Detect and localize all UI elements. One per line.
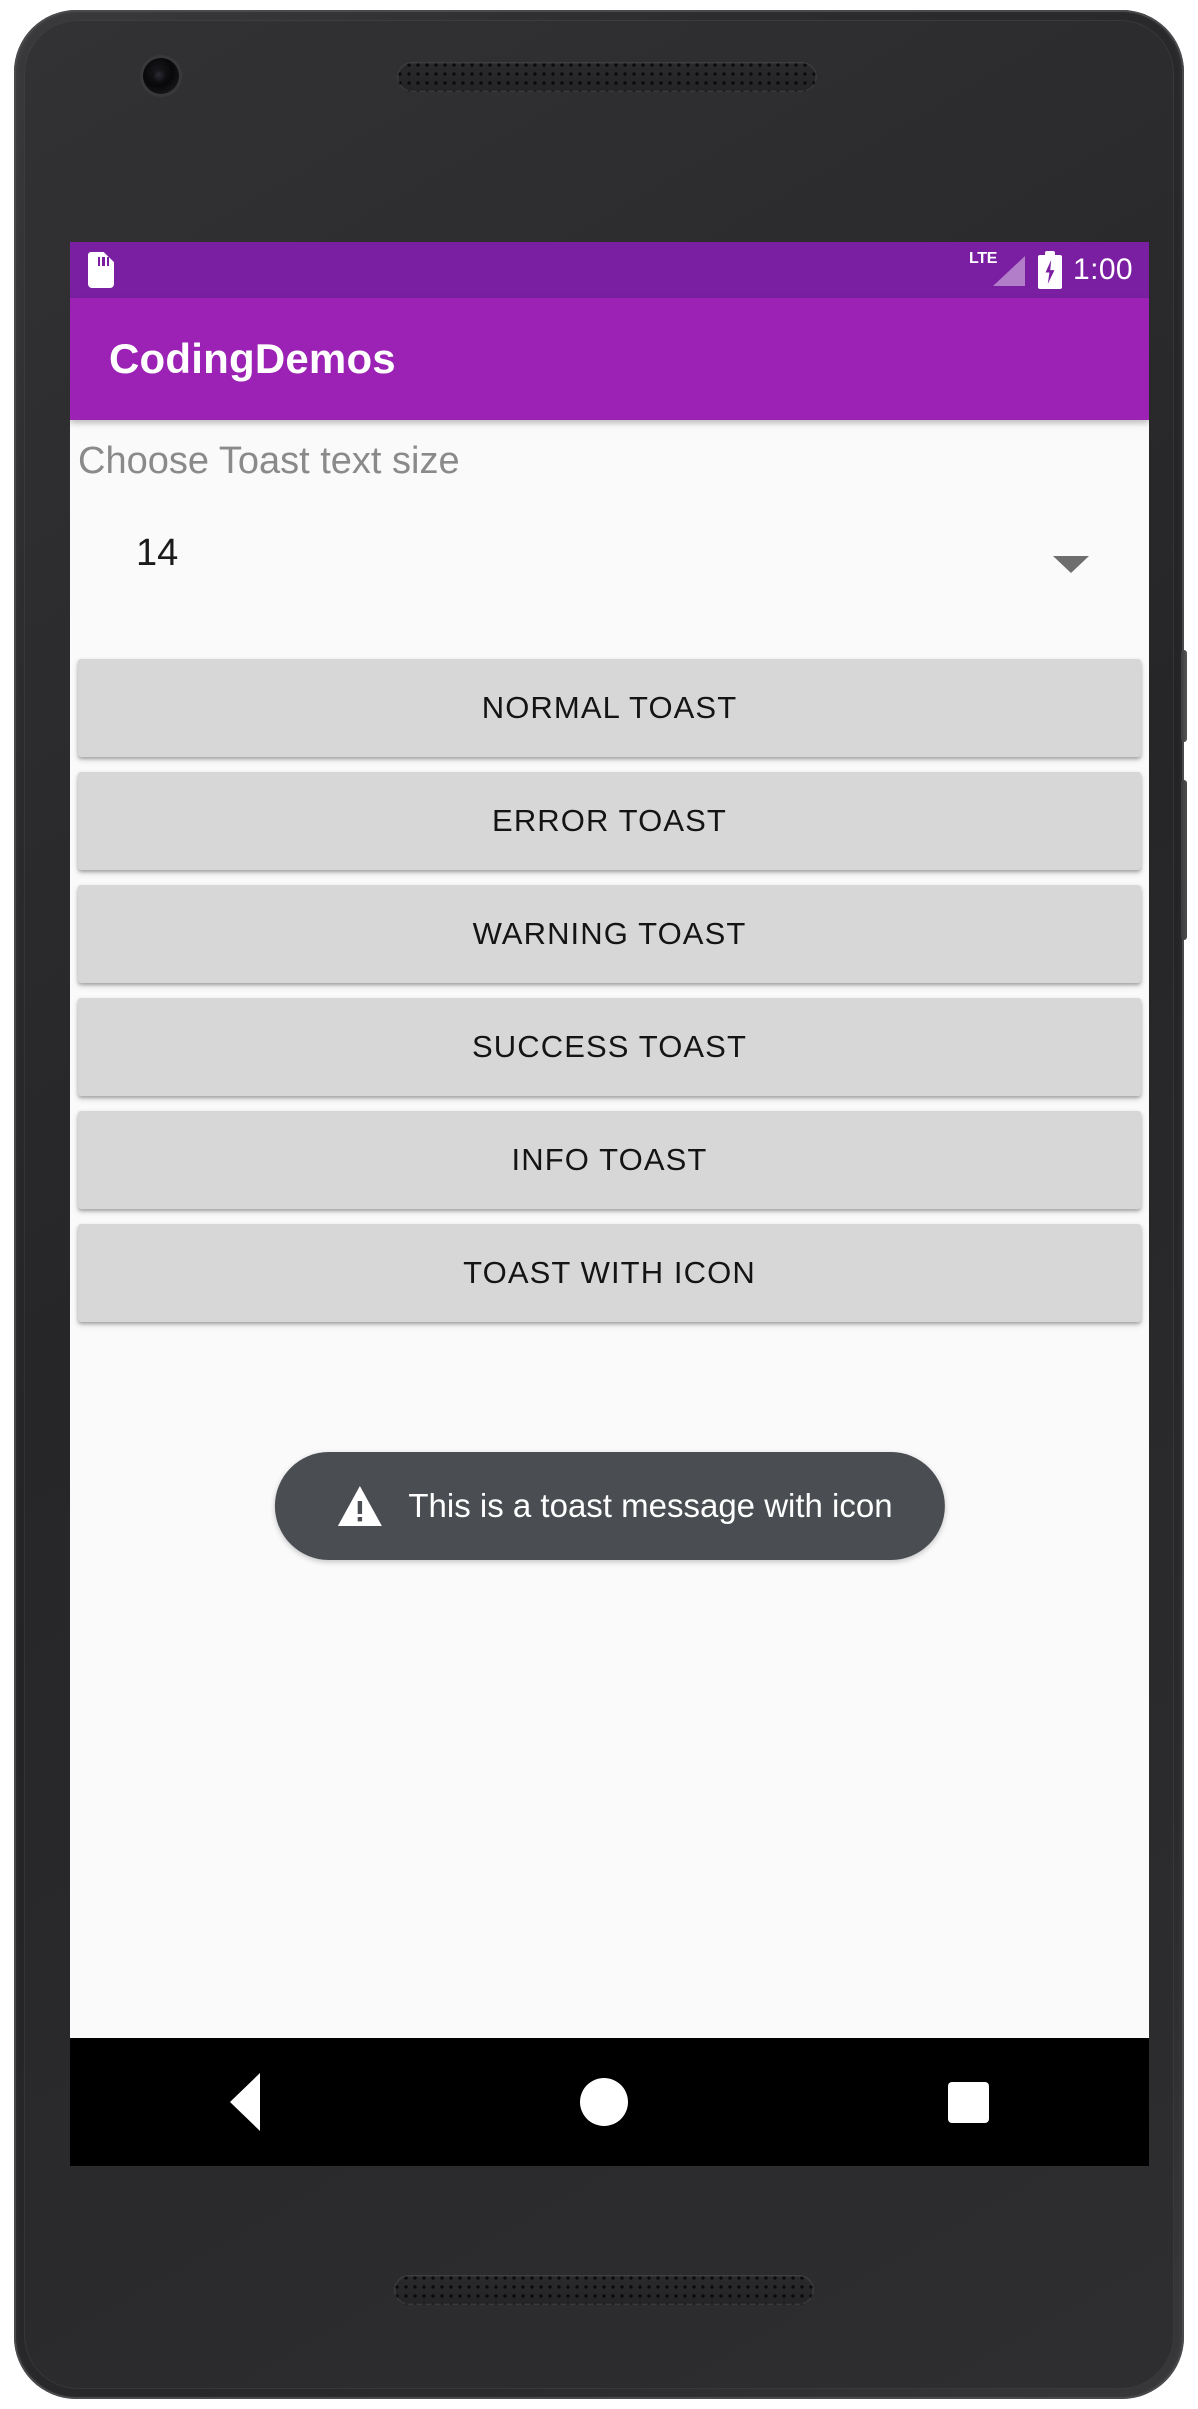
phone-screen: LTE 1:00 CodingDemos Choose Toast text s… (70, 242, 1149, 2166)
volume-button[interactable] (1181, 780, 1187, 940)
success-toast-button[interactable]: SUCCESS TOAST (78, 998, 1141, 1096)
network-label: LTE (969, 250, 998, 267)
spinner-selected-value: 14 (136, 532, 179, 574)
normal-toast-button[interactable]: NORMAL TOAST (78, 659, 1141, 757)
phone-device: LTE 1:00 CodingDemos Choose Toast text s… (14, 10, 1187, 2399)
home-circle-icon[interactable] (580, 2078, 628, 2126)
main-content: Choose Toast text size 14 NORMAL TOAST E… (70, 420, 1149, 2166)
speaker-grille-icon (397, 62, 817, 92)
toast-with-icon-button[interactable]: TOAST WITH ICON (78, 1224, 1141, 1322)
camera-icon (143, 58, 179, 94)
warning-toast-button[interactable]: WARNING TOAST (78, 885, 1141, 983)
status-bar-clock: 1:00 (1073, 253, 1133, 286)
page-title: CodingDemos (109, 335, 396, 382)
signal-triangle-icon: LTE (969, 250, 1027, 290)
status-bar-right-group: LTE 1:00 (969, 250, 1133, 290)
status-bar: LTE 1:00 (70, 242, 1149, 298)
toast-message-text: This is a toast message with icon (408, 1487, 893, 1524)
power-button[interactable] (1181, 650, 1187, 742)
info-toast-button[interactable]: INFO TOAST (78, 1111, 1141, 1209)
error-toast-button[interactable]: ERROR TOAST (78, 772, 1141, 870)
speaker-grille-icon (394, 2275, 814, 2305)
toast-message: This is a toast message with icon (274, 1452, 945, 1560)
back-triangle-icon[interactable] (230, 2073, 260, 2131)
battery-charging-icon (1038, 251, 1062, 289)
text-size-spinner[interactable]: 14 (78, 520, 1141, 612)
spinner-label: Choose Toast text size (78, 440, 460, 482)
app-bar: CodingDemos (70, 298, 1149, 420)
warning-triangle-icon (336, 1485, 382, 1527)
recents-square-icon[interactable] (948, 2081, 989, 2123)
sd-card-icon (88, 252, 114, 288)
toast-button-stack: NORMAL TOAST ERROR TOAST WARNING TOAST S… (78, 659, 1141, 1337)
chevron-down-icon (1053, 556, 1089, 573)
navigation-bar (70, 2038, 1149, 2166)
